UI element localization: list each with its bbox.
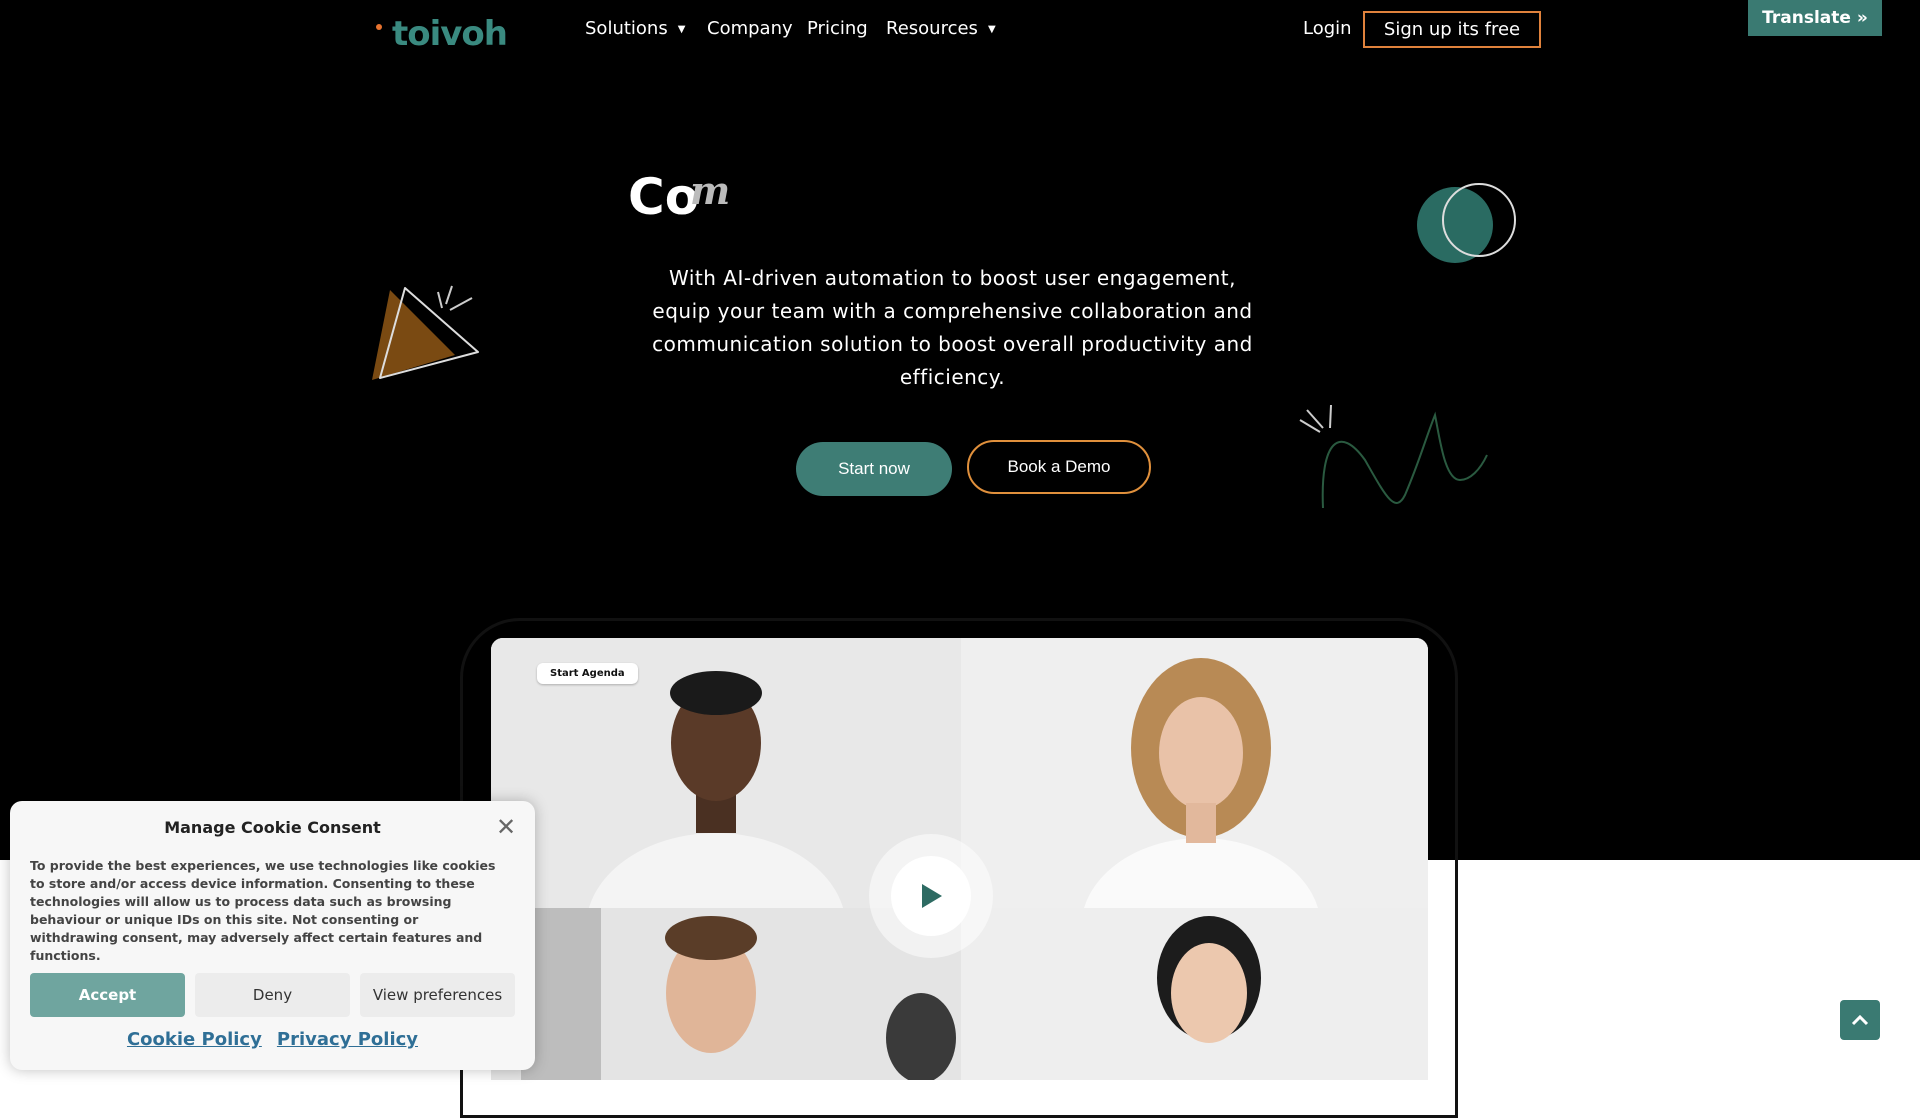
cookie-policy-link[interactable]: Cookie Policy [127, 1029, 262, 1050]
book-demo-label: Book a Demo [1007, 457, 1111, 476]
signup-label: Sign up its free [1383, 19, 1521, 40]
scroll-to-top-button[interactable] [1840, 1000, 1880, 1040]
deny-cookies-button[interactable]: Deny [195, 973, 350, 1017]
nav-solutions[interactable]: Solutions ▼ [585, 18, 685, 39]
close-icon[interactable]: ✕ [496, 813, 516, 841]
squiggle-decoration [1299, 404, 1488, 509]
cookie-text: To provide the best experiences, we use … [30, 858, 496, 963]
logo[interactable]: toivoh [374, 4, 508, 58]
accept-cookies-button[interactable]: Accept [30, 973, 185, 1017]
nav-resources[interactable]: Resources ▼ [886, 18, 996, 39]
logo-dot [376, 24, 382, 30]
participant-tile [961, 638, 1428, 908]
view-preferences-button[interactable]: View preferences [360, 973, 515, 1017]
participant-tile [961, 908, 1428, 1080]
chevron-up-icon [1851, 1014, 1869, 1026]
start-agenda-tag[interactable]: Start Agenda [537, 663, 638, 684]
logo-text: toivoh [392, 14, 508, 54]
accept-label: Accept [78, 986, 137, 1004]
video-preview: Start Agenda [491, 638, 1428, 1080]
nav-company[interactable]: Company [707, 18, 793, 39]
nav-company-label: Company [707, 18, 793, 39]
nav-solutions-label: Solutions [585, 18, 668, 39]
nav-pricing[interactable]: Pricing [807, 18, 868, 39]
translate-label: Translate » [1762, 8, 1868, 28]
book-demo-button[interactable]: Book a Demo [967, 440, 1151, 494]
cookie-title: Manage Cookie Consent [164, 818, 381, 837]
triangle-decoration [372, 285, 479, 380]
circles-decoration [1417, 183, 1516, 263]
caret-down-icon: ▼ [677, 23, 686, 35]
start-now-button[interactable]: Start now [796, 442, 952, 496]
cookie-consent-dialog: Manage Cookie Consent ✕ To provide the b… [10, 801, 535, 1070]
play-icon [922, 884, 942, 908]
privacy-policy-link[interactable]: Privacy Policy [277, 1029, 418, 1050]
translate-button[interactable]: Translate » [1748, 0, 1882, 36]
hero-headline: Co [628, 168, 700, 226]
cookie-links: Cookie Policy Privacy Policy [10, 1029, 535, 1050]
play-button[interactable] [869, 834, 993, 958]
login-label: Login [1303, 18, 1352, 39]
play-button-inner [891, 856, 971, 936]
preferences-label: View preferences [372, 986, 503, 1004]
login-link[interactable]: Login [1303, 18, 1352, 39]
caret-down-icon: ▼ [987, 23, 996, 35]
signup-button[interactable]: Sign up its free [1363, 11, 1541, 48]
participant-photo [961, 638, 1428, 908]
deny-label: Deny [252, 986, 293, 1004]
nav-pricing-label: Pricing [807, 18, 868, 39]
nav-resources-label: Resources [886, 18, 978, 39]
hero-description: With AI-driven automation to boost user … [652, 266, 1253, 389]
participant-photo [961, 908, 1428, 1080]
hero-headline-animating: m [690, 168, 731, 213]
start-now-label: Start now [838, 459, 910, 478]
